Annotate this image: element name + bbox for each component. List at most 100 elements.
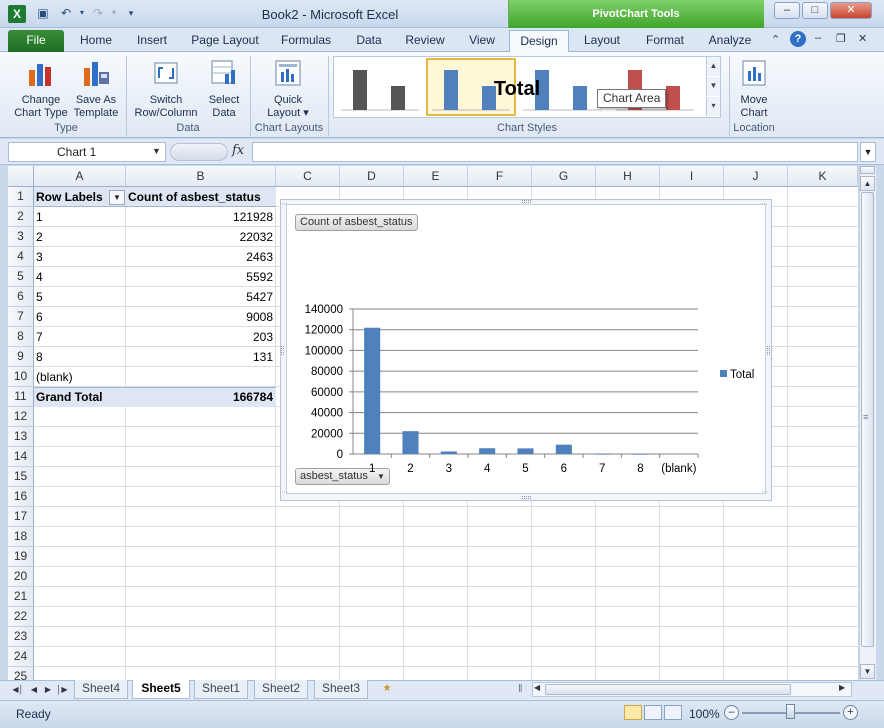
gallery-scroll-up-icon[interactable]: ▲ [706, 57, 720, 76]
scroll-right-icon[interactable]: ▶ [839, 683, 845, 692]
row-header[interactable]: 22 [8, 607, 34, 627]
pivot-row-label[interactable]: 3 [36, 247, 43, 267]
resize-handle-right[interactable] [767, 346, 770, 355]
next-sheet-icon[interactable]: ▶ [42, 683, 54, 697]
pivot-row-label[interactable]: 8 [36, 347, 43, 367]
quick-layout-button[interactable]: Quick Layout ▾ [258, 58, 318, 120]
first-sheet-icon[interactable]: ◀│ [12, 683, 24, 697]
pivot-row-value[interactable]: 22032 [128, 227, 273, 247]
help-icon[interactable]: ? [790, 31, 806, 47]
pivot-row-label[interactable]: 6 [36, 307, 43, 327]
formula-bar-splitter[interactable] [170, 143, 228, 161]
move-chart-button[interactable]: Move Chart [732, 58, 776, 120]
row-header[interactable]: 11 [8, 387, 34, 407]
row-header[interactable]: 5 [8, 267, 34, 287]
horizontal-scroll-thumb[interactable] [545, 684, 791, 695]
row-header[interactable]: 14 [8, 447, 34, 467]
resize-handle-bottom[interactable] [522, 496, 531, 499]
minimize-ribbon-icon[interactable]: ⌃ [771, 33, 780, 46]
column-header[interactable]: I [660, 166, 724, 187]
workbook-restore-icon[interactable]: ❐ [836, 32, 846, 45]
column-header[interactable]: D [340, 166, 404, 187]
gallery-more-icon[interactable]: ▾ [706, 97, 720, 116]
select-all-corner[interactable] [8, 166, 34, 187]
pivot-row-labels-header[interactable]: Row Labels [36, 187, 103, 207]
tab-view[interactable]: View [462, 30, 502, 52]
minimize-button[interactable]: – [774, 2, 800, 19]
workbook-close-icon[interactable]: ✕ [858, 32, 867, 45]
pivot-row-value[interactable]: 2463 [128, 247, 273, 267]
pivot-row-label[interactable]: 5 [36, 287, 43, 307]
expand-formula-bar-icon[interactable]: ▼ [860, 142, 876, 162]
column-header[interactable]: J [724, 166, 788, 187]
pivot-row-value[interactable]: 121928 [128, 207, 273, 227]
change-chart-type-button[interactable]: Change Chart Type [12, 58, 70, 120]
row-header[interactable]: 18 [8, 527, 34, 547]
tab-data[interactable]: Data [348, 30, 390, 52]
sheet-tab[interactable]: Sheet4 [74, 680, 128, 699]
sheet-tab[interactable]: Sheet1 [194, 680, 248, 699]
sheet-tab[interactable]: Sheet5 [132, 680, 190, 699]
tab-format[interactable]: Format [638, 30, 692, 52]
column-header[interactable]: E [404, 166, 468, 187]
worksheet-grid[interactable]: A B C D E F G H I J K 1 2 3 4 5 6 7 8 9 … [8, 166, 858, 680]
row-header[interactable]: 4 [8, 247, 34, 267]
resize-handle-left[interactable] [281, 346, 284, 355]
save-icon[interactable]: ▣ [34, 5, 52, 21]
pivot-row-label[interactable]: (blank) [36, 367, 73, 387]
row-header[interactable]: 15 [8, 467, 34, 487]
row-header[interactable]: 3 [8, 227, 34, 247]
row-header[interactable]: 6 [8, 287, 34, 307]
row-header[interactable]: 21 [8, 587, 34, 607]
workbook-minimize-icon[interactable]: – [815, 32, 821, 44]
save-as-template-button[interactable]: Save As Template [70, 58, 122, 120]
last-sheet-icon[interactable]: │▶ [56, 683, 68, 697]
row-header[interactable]: 25 [8, 667, 34, 680]
row-header[interactable]: 13 [8, 427, 34, 447]
column-header[interactable]: A [34, 166, 126, 187]
pivot-row-label[interactable]: 1 [36, 207, 43, 227]
select-data-button[interactable]: Select Data [202, 58, 246, 120]
pivot-row-label[interactable]: 4 [36, 267, 43, 287]
page-break-view-icon[interactable] [664, 705, 682, 720]
tab-layout[interactable]: Layout [576, 30, 628, 52]
scroll-up-icon[interactable]: ▲ [860, 176, 875, 191]
row-header[interactable]: 7 [8, 307, 34, 327]
switch-row-column-button[interactable]: Switch Row/Column [130, 58, 202, 120]
chart-title[interactable]: Total [452, 78, 582, 101]
pivot-row-value[interactable]: 5592 [128, 267, 273, 287]
row-header[interactable]: 19 [8, 547, 34, 567]
row-header[interactable]: 12 [8, 407, 34, 427]
pivot-row-value[interactable] [128, 367, 273, 387]
chart-style-1[interactable] [337, 60, 423, 114]
column-header[interactable]: F [468, 166, 532, 187]
excel-logo-icon[interactable]: X [8, 5, 26, 23]
pivot-grand-total-value[interactable]: 166784 [128, 387, 273, 407]
pivot-chart[interactable]: 0 20000 40000 60000 80000 100000 120000 140000 1… [286, 204, 766, 494]
column-header[interactable]: G [532, 166, 596, 187]
row-header[interactable]: 16 [8, 487, 34, 507]
sheet-tab[interactable]: Sheet2 [254, 680, 308, 699]
row-header[interactable]: 24 [8, 647, 34, 667]
scroll-down-icon[interactable]: ▼ [860, 664, 875, 679]
zoom-slider-thumb[interactable] [786, 704, 795, 719]
pivot-values-header[interactable]: Count of asbest_status [128, 187, 261, 207]
name-box-dropdown-icon[interactable]: ▼ [152, 146, 161, 156]
zoom-level[interactable]: 100% [689, 707, 720, 721]
pivot-row-value[interactable]: 203 [128, 327, 273, 347]
pivot-row-value[interactable]: 9008 [128, 307, 273, 327]
row-header[interactable]: 8 [8, 327, 34, 347]
scroll-left-icon[interactable]: ◀ [534, 683, 540, 692]
sheet-tab[interactable]: Sheet3 [314, 680, 368, 699]
formula-input[interactable] [252, 142, 858, 162]
column-header[interactable]: H [596, 166, 660, 187]
gallery-scroll-down-icon[interactable]: ▼ [706, 77, 720, 96]
maximize-button[interactable]: □ [802, 2, 828, 19]
customize-toolbar-icon[interactable]: ▾ [122, 5, 140, 21]
pivot-row-value[interactable]: 131 [128, 347, 273, 367]
tab-insert[interactable]: Insert [130, 30, 174, 52]
row-header[interactable]: 17 [8, 507, 34, 527]
page-layout-view-icon[interactable] [644, 705, 662, 720]
row-header[interactable]: 1 [8, 187, 34, 207]
tab-file[interactable]: File [8, 30, 64, 52]
